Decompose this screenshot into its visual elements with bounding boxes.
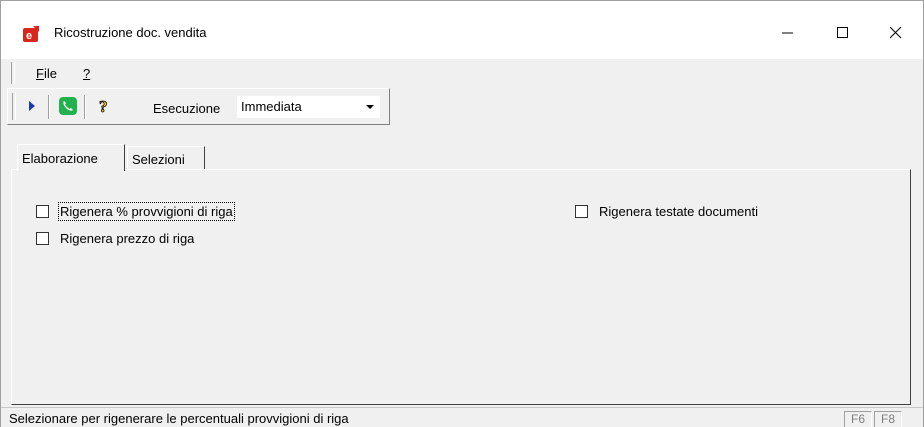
checkbox-rigenera-prezzo[interactable]: Rigenera prezzo di riga <box>36 231 194 246</box>
checkbox-label: Rigenera testate documenti <box>599 204 758 219</box>
toolbar-grip[interactable] <box>12 93 16 120</box>
run-button[interactable] <box>22 96 42 116</box>
menu-file-mnemonic: F <box>36 66 44 81</box>
menu-help[interactable]: ? <box>83 66 90 81</box>
play-arrow-icon <box>29 101 35 111</box>
maximize-button[interactable] <box>820 15 866 51</box>
phone-button[interactable] <box>58 96 78 116</box>
close-icon <box>890 27 902 39</box>
menu-help-label: ? <box>83 66 91 81</box>
menu-file[interactable]: File <box>36 66 57 81</box>
question-mark-icon: ? <box>99 97 108 115</box>
checkbox-box[interactable] <box>575 205 588 218</box>
toolbar-separator <box>84 95 86 119</box>
f8-key-indicator[interactable]: F8 <box>874 411 902 427</box>
menubar-grip[interactable] <box>11 62 15 84</box>
execution-label: Esecuzione <box>153 101 221 116</box>
minimize-button[interactable] <box>765 15 811 51</box>
checkbox-rigenera-provvigioni[interactable]: Rigenera % provvigioni di riga <box>36 202 235 221</box>
maximize-icon <box>837 27 848 38</box>
app-e-icon: e <box>23 26 39 42</box>
menu-file-label: ile <box>43 66 57 81</box>
f6-key-indicator[interactable]: F6 <box>844 411 872 427</box>
svg-text:?: ? <box>99 97 108 115</box>
menu-bar: File ? <box>1 59 923 87</box>
svg-text:e: e <box>26 30 32 42</box>
checkbox-label: Rigenera % provvigioni di riga <box>58 202 235 221</box>
toolbar: ? Esecuzione Immediata <box>7 88 390 125</box>
tab-elaborazione[interactable]: Elaborazione <box>17 144 125 171</box>
window-title: Ricostruzione doc. vendita <box>54 25 207 40</box>
title-bar: e Ricostruzione doc. vendita <box>1 1 923 59</box>
green-phone-icon <box>59 97 77 115</box>
checkbox-rigenera-testate[interactable]: Rigenera testate documenti <box>575 204 758 219</box>
tab-panel-elaborazione: Rigenera % provvigioni di riga Rigenera … <box>11 169 911 405</box>
status-text: Selezionare per rigenerare le percentual… <box>9 411 349 426</box>
help-button[interactable]: ? <box>94 96 114 116</box>
checkbox-box[interactable] <box>36 205 49 218</box>
execution-select[interactable]: Immediata <box>237 96 380 118</box>
app-window: e Ricostruzione doc. vendita File ? ? Es… <box>0 0 924 427</box>
chevron-down-icon[interactable] <box>366 105 374 109</box>
status-bar: Selezionare per rigenerare le percentual… <box>1 407 923 427</box>
close-button[interactable] <box>873 15 919 51</box>
checkbox-box[interactable] <box>36 232 49 245</box>
execution-select-value: Immediata <box>241 99 302 114</box>
minimize-icon <box>782 32 793 34</box>
checkbox-label: Rigenera prezzo di riga <box>60 231 195 246</box>
toolbar-separator <box>48 95 50 119</box>
tab-selezioni[interactable]: Selezioni <box>127 146 205 170</box>
